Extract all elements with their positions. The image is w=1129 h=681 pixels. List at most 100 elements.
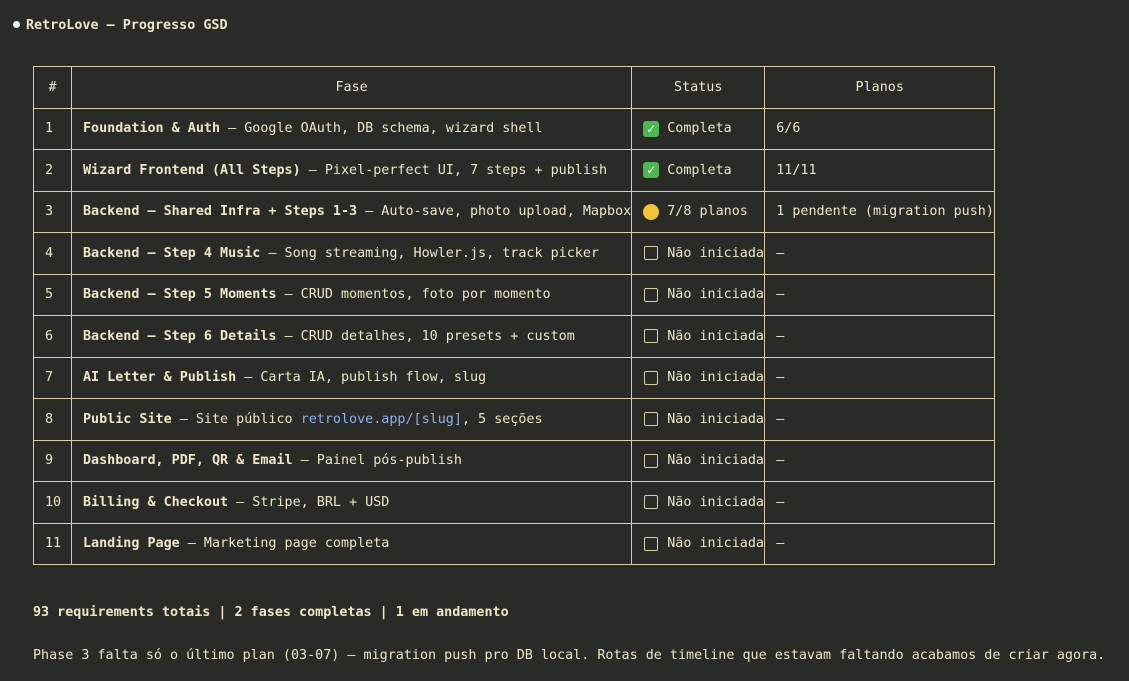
progress-note: Phase 3 falta só o último plan (03-07) —… <box>33 648 1106 663</box>
phase-number: 5 <box>33 273 72 316</box>
table-row: 4 Backend — Step 4 Music — Song streaming… <box>33 232 996 275</box>
status-cell: Não iniciada <box>631 398 766 441</box>
phase-description-cell: Backend — Shared Infra + Steps 1-3 — Aut… <box>70 190 633 233</box>
phase-number: 10 <box>33 481 72 524</box>
phase-description: — Carta IA, publish flow, slug <box>236 370 487 386</box>
phase-name: Foundation & Auth <box>83 121 221 137</box>
table-row: 6 Backend — Step 6 Details — CRUD detalhe… <box>33 315 996 358</box>
empty-checkbox-icon <box>644 453 659 468</box>
phase-description-cell: Wizard Frontend (All Steps) — Pixel-perf… <box>70 149 633 192</box>
status-cell: Não iniciada <box>631 481 766 524</box>
phase-number: 6 <box>33 315 72 358</box>
phase-name: Backend — Step 6 Details <box>83 328 277 344</box>
column-header-fase: Fase <box>70 66 633 109</box>
phase-description-cell: Billing & Checkout — Stripe, BRL + USD <box>70 481 633 524</box>
table-header-row: # Fase Status Planos <box>33 66 996 109</box>
status-label: Não iniciada <box>667 287 764 303</box>
empty-checkbox-icon <box>644 370 659 385</box>
column-header-status: Status <box>631 66 766 109</box>
phase-description-cell: Landing Page — Marketing page completa <box>70 522 633 565</box>
phase-description-cell: Backend — Step 5 Moments — CRUD momentos… <box>70 273 633 316</box>
check-mark-icon: ✓ <box>643 120 660 137</box>
planos-value: 11/11 <box>764 149 996 192</box>
table-row: 2 Wizard Frontend (All Steps) — Pixel-per… <box>33 149 996 192</box>
status-label: Não iniciada <box>667 494 764 510</box>
phase-name: Dashboard, PDF, QR & Email <box>83 453 293 469</box>
status-label: Não iniciada <box>667 328 764 344</box>
status-cell: ✓ Completa <box>631 107 766 150</box>
phase-description: — Song streaming, Howler.js, track picke… <box>260 245 599 261</box>
status-label: Não iniciada <box>667 370 764 386</box>
table-row: 5 Backend — Step 5 Moments — CRUD momento… <box>33 273 996 316</box>
empty-checkbox-icon <box>644 495 659 510</box>
status-cell: Não iniciada <box>631 232 766 275</box>
empty-checkbox-icon <box>644 536 659 551</box>
status-label: Não iniciada <box>667 453 764 469</box>
table-row: 11 Landing Page — Marketing page completa… <box>33 522 996 565</box>
planos-value: — <box>764 439 996 482</box>
status-cell: Não iniciada <box>631 522 766 565</box>
status-label: Não iniciada <box>667 411 764 427</box>
table-body: 1 Foundation & Auth — Google OAuth, DB sc… <box>33 107 996 565</box>
planos-value: — <box>764 232 996 275</box>
table-row: 8 Public Site — Site público retrolove.ap… <box>33 398 996 441</box>
phase-description: — Painel pós-publish <box>292 453 462 469</box>
phase-description-cell: Foundation & Auth — Google OAuth, DB sch… <box>70 107 633 150</box>
phase-name: Landing Page <box>83 536 180 552</box>
phase-description: — Stripe, BRL + USD <box>228 494 390 510</box>
planos-value: — <box>764 315 996 358</box>
table-row: 7 AI Letter & Publish — Carta IA, publish… <box>33 356 996 399</box>
table-row: 10 Billing & Checkout — Stripe, BRL + USD… <box>33 481 996 524</box>
phase-number: 3 <box>33 190 72 233</box>
phase-name: Backend — Shared Infra + Steps 1-3 <box>83 204 358 220</box>
check-mark-icon: ✓ <box>643 162 660 179</box>
column-header-planos: Planos <box>764 66 996 109</box>
planos-value: — <box>764 522 996 565</box>
table-row: 9 Dashboard, PDF, QR & Email — Painel pós… <box>33 439 996 482</box>
phase-description: — Marketing page completa <box>179 536 390 552</box>
planos-value: — <box>764 273 996 316</box>
phase-description: — Site público <box>171 411 301 427</box>
empty-checkbox-icon <box>644 246 659 261</box>
phase-number: 8 <box>33 398 72 441</box>
phase-description-tail: , 5 seções <box>461 411 543 427</box>
table-row: 1 Foundation & Auth — Google OAuth, DB sc… <box>33 107 996 150</box>
planos-value: — <box>764 398 996 441</box>
status-label: Completa <box>667 162 732 178</box>
status-cell: Não iniciada <box>631 315 766 358</box>
phase-description: — Pixel-perfect UI, 7 steps + publish <box>300 162 608 178</box>
phase-name: AI Letter & Publish <box>83 370 237 386</box>
phase-number: 4 <box>33 232 72 275</box>
phase-number: 7 <box>33 356 72 399</box>
phase-description-cell: Backend — Step 6 Details — CRUD detalhes… <box>70 315 633 358</box>
phase-name: Billing & Checkout <box>83 494 229 510</box>
phase-description-cell: Backend — Step 4 Music — Song streaming,… <box>70 232 633 275</box>
empty-checkbox-icon <box>644 412 659 427</box>
empty-checkbox-icon <box>644 329 659 344</box>
phases-table: # Fase Status Planos 1 Foundation & Auth … <box>33 66 996 565</box>
in-progress-circle-icon <box>643 203 660 220</box>
site-url-link[interactable]: retrolove.app/[slug] <box>301 412 462 427</box>
phase-number: 1 <box>33 107 72 150</box>
bullet-icon <box>13 21 20 28</box>
page-title: RetroLove — Progresso GSD <box>13 17 228 35</box>
phase-description: — CRUD momentos, foto por momento <box>276 287 551 303</box>
column-header-num: # <box>33 66 72 109</box>
phase-number: 11 <box>33 522 72 565</box>
planos-value: 1 pendente (migration push) <box>764 190 996 233</box>
status-label: Não iniciada <box>667 245 764 261</box>
phase-description-cell: AI Letter & Publish — Carta IA, publish … <box>70 356 633 399</box>
phase-description: — CRUD detalhes, 10 presets + custom <box>276 328 575 344</box>
summary-line: 93 requirements totais | 2 fases complet… <box>33 605 509 620</box>
phase-name: Backend — Step 5 Moments <box>83 287 277 303</box>
status-cell: Não iniciada <box>631 273 766 316</box>
phase-number: 9 <box>33 439 72 482</box>
status-label: Completa <box>667 121 732 137</box>
status-cell: Não iniciada <box>631 356 766 399</box>
table-row: 3 Backend — Shared Infra + Steps 1-3 — Au… <box>33 190 996 233</box>
status-label: 7/8 planos <box>667 204 748 220</box>
page-title-text: RetroLove — Progresso GSD <box>26 18 228 33</box>
phase-number: 2 <box>33 149 72 192</box>
phase-description-cell: Dashboard, PDF, QR & Email — Painel pós-… <box>70 439 633 482</box>
planos-value: — <box>764 356 996 399</box>
